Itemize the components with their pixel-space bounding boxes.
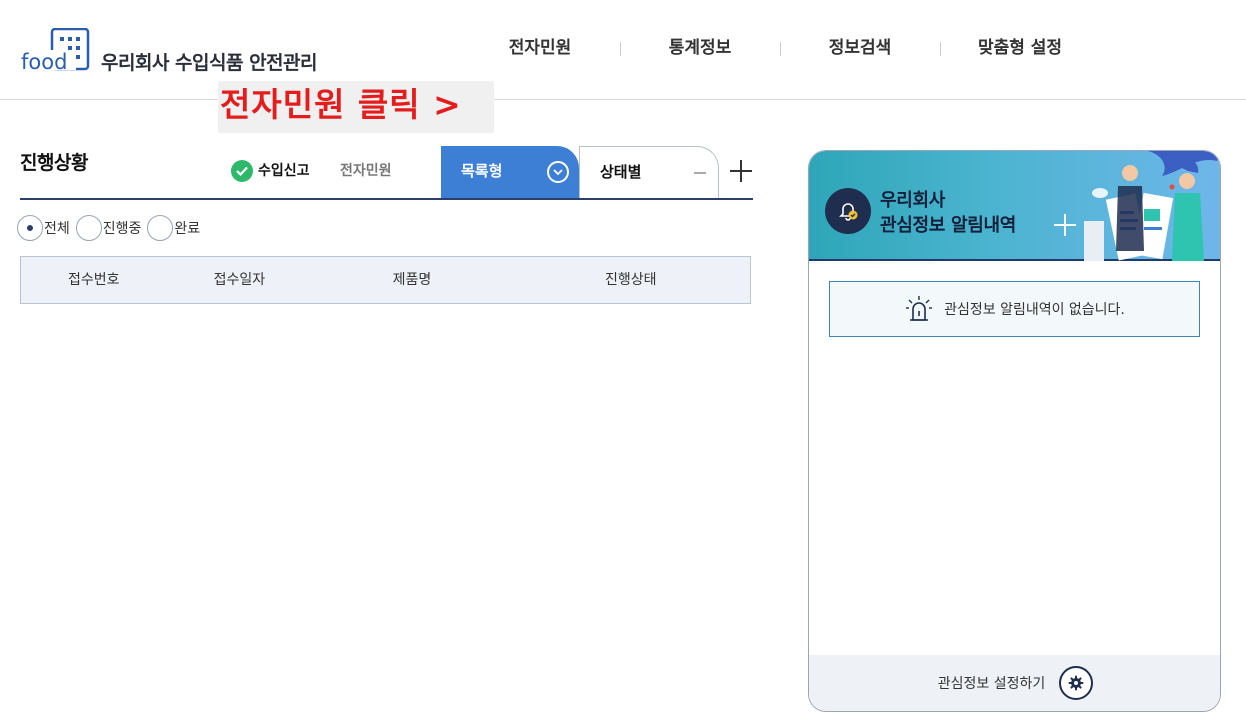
nav-item-custom-settings[interactable]: 맞춤형 설정 xyxy=(940,34,1100,62)
radio-button[interactable] xyxy=(75,215,102,241)
filter-all-label: 전체 xyxy=(44,221,70,237)
site-logo[interactable]: food xyxy=(20,27,92,74)
alerts-title-line1: 우리회사 xyxy=(880,190,946,211)
filter-in-progress[interactable]: 진행중 xyxy=(75,215,142,241)
siren-icon xyxy=(906,296,933,321)
tab-status-view[interactable]: 상태별 xyxy=(579,146,719,198)
alerts-empty-text: 관심정보 알림내역이 없습니다. xyxy=(944,302,1125,318)
col-receipt-date: 접수일자 xyxy=(213,272,266,288)
col-product-name: 제품명 xyxy=(392,272,432,288)
filter-complete[interactable]: 완료 xyxy=(147,215,200,241)
chevron-down-icon[interactable] xyxy=(547,161,569,183)
filter-in-progress-label: 진행중 xyxy=(102,221,142,237)
alerts-footer: 관심정보 설정하기 xyxy=(809,655,1220,711)
col-status: 진행상태 xyxy=(605,272,657,288)
alerts-card: 우리회사 관심정보 알림내역 관심정보 알림내역이 없습니다. 관심정보 설정하… xyxy=(808,150,1221,712)
tab-import-report[interactable]: 수입신고 xyxy=(231,160,310,182)
gear-icon[interactable] xyxy=(1059,666,1094,700)
status-filter: 전체 진행중 완료 xyxy=(17,215,206,241)
table-header: 접수번호 접수일자 제품명 진행상태 xyxy=(20,256,751,304)
filter-all[interactable]: 전체 xyxy=(17,215,70,241)
col-receipt-number: 접수번호 xyxy=(68,272,120,288)
minus-icon xyxy=(694,172,706,174)
alerts-empty-message: 관심정보 알림내역이 없습니다. xyxy=(829,281,1200,337)
filter-complete-label: 완료 xyxy=(174,221,201,237)
nav-item-info-search[interactable]: 정보검색 xyxy=(780,34,940,62)
tab-list-view[interactable]: 목록형 xyxy=(441,146,579,198)
newspaper-illustration-icon xyxy=(1084,151,1220,261)
site-title[interactable]: 우리회사 수입식품 안전관리 xyxy=(101,48,318,75)
tab-divider xyxy=(20,198,753,200)
radio-button[interactable] xyxy=(147,215,174,241)
logo-icon: food xyxy=(20,27,90,74)
nav-item-e-complaint[interactable]: 전자민원 xyxy=(460,34,620,62)
radio-button[interactable] xyxy=(17,215,43,241)
check-icon xyxy=(231,160,253,182)
global-nav: 전자민원 통계정보 정보검색 맞춤형 설정 xyxy=(460,34,1100,62)
settings-link-label[interactable]: 관심정보 설정하기 xyxy=(938,673,1046,693)
annotation-callout: 전자민원 클릭 > xyxy=(218,81,494,133)
progress-title: 진행상황 xyxy=(20,152,88,174)
nav-item-statistics[interactable]: 통계정보 xyxy=(620,34,780,62)
bell-icon xyxy=(825,188,871,234)
tab-import-report-label: 수입신고 xyxy=(258,163,310,179)
site-header: food 우리회사 수입식품 안전관리 전자민원 통계정보 정보검색 맞춤형 설… xyxy=(0,0,1246,100)
svg-text:food: food xyxy=(21,50,67,72)
view-tab-list: 목록형 상태별 xyxy=(441,146,753,200)
tab-list-view-label: 목록형 xyxy=(461,162,503,180)
plus-icon[interactable] xyxy=(730,160,752,182)
alerts-title-line2: 관심정보 알림내역 xyxy=(880,215,1017,236)
alerts-banner: 우리회사 관심정보 알림내역 xyxy=(809,151,1220,261)
alerts-title: 우리회사 관심정보 알림내역 xyxy=(880,188,1016,238)
tab-status-view-label: 상태별 xyxy=(600,163,642,181)
tab-e-complaint[interactable]: 전자민원 xyxy=(340,160,392,182)
